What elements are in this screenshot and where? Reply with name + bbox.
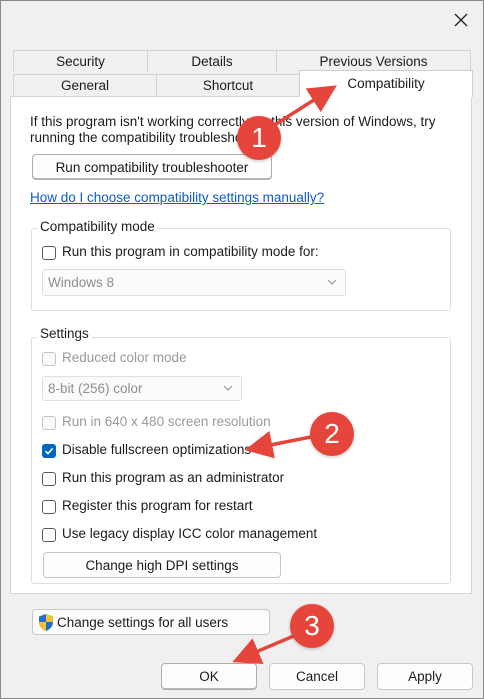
tab-details[interactable]: Details [147, 50, 277, 72]
annotation-badge-3: 3 [290, 604, 334, 648]
os-select[interactable]: Windows 8 [42, 269, 346, 296]
checkmark-icon [44, 447, 54, 455]
change-all-users-button[interactable]: Change settings for all users [32, 609, 270, 635]
tab-compatibility[interactable]: Compatibility [299, 70, 473, 97]
tab-label: General [60, 78, 110, 93]
tab-label: Compatibility [347, 76, 425, 91]
compat-mode-checkbox[interactable] [42, 246, 56, 260]
intro-line-1: If this program isn't working correctly … [30, 114, 436, 129]
tab-label: Previous Versions [319, 54, 428, 69]
chevron-down-icon [223, 385, 233, 391]
close-icon [454, 13, 468, 27]
tab-label: Details [191, 54, 233, 69]
tab-previous-versions[interactable]: Previous Versions [276, 50, 471, 72]
tab-label: Security [56, 54, 105, 69]
compat-mode-checkbox-label: Run this program in compatibility mode f… [62, 244, 319, 259]
legacy-icc-checkbox[interactable] [42, 528, 56, 542]
properties-dialog: Security Details Previous Versions Gener… [0, 0, 484, 699]
change-all-users-label: Change settings for all users [57, 614, 229, 630]
shield-icon [39, 614, 53, 631]
tab-security[interactable]: Security [13, 50, 148, 72]
run-admin-label: Run this program as an administrator [62, 470, 285, 485]
apply-button[interactable]: Apply [377, 663, 473, 690]
annotation-badge-2: 2 [310, 412, 354, 456]
run-admin-checkbox[interactable] [42, 472, 56, 486]
run-640-label: Run in 640 x 480 screen resolution [62, 414, 271, 429]
compatibility-panel: If this program isn't working correctly … [10, 96, 472, 635]
compatibility-mode-label: Compatibility mode [37, 219, 158, 234]
color-depth-select[interactable]: 8-bit (256) color [42, 376, 242, 401]
close-button[interactable] [449, 9, 473, 31]
settings-group [31, 337, 451, 584]
disable-fullscreen-checkbox[interactable] [42, 444, 56, 458]
title-bar [1, 1, 483, 39]
settings-label: Settings [37, 326, 92, 341]
run-troubleshooter-button[interactable]: Run compatibility troubleshooter [32, 154, 272, 180]
disable-fullscreen-label: Disable fullscreen optimizations [62, 442, 252, 457]
reduced-color-checkbox[interactable] [42, 352, 56, 366]
annotation-badge-1: 1 [237, 116, 281, 160]
legacy-icc-label: Use legacy display ICC color management [62, 526, 318, 541]
register-restart-label: Register this program for restart [62, 498, 253, 513]
reduced-color-label: Reduced color mode [62, 350, 187, 365]
ok-button[interactable]: OK [161, 663, 257, 690]
change-dpi-button[interactable]: Change high DPI settings [43, 552, 281, 578]
help-link[interactable]: How do I choose compatibility settings m… [30, 190, 324, 205]
tab-label: Shortcut [202, 78, 254, 93]
tab-general[interactable]: General [13, 74, 157, 96]
color-depth-value: 8-bit (256) color [48, 381, 143, 396]
tab-shortcut[interactable]: Shortcut [156, 74, 300, 96]
cancel-button[interactable]: Cancel [269, 663, 365, 690]
run-640-checkbox[interactable] [42, 416, 56, 430]
os-select-value: Windows 8 [48, 275, 115, 290]
dialog-footer: OK Cancel Apply [1, 651, 483, 698]
register-restart-checkbox[interactable] [42, 500, 56, 514]
chevron-down-icon [327, 279, 337, 285]
intro-line-2: running the compatibility troubleshooter… [30, 130, 269, 145]
